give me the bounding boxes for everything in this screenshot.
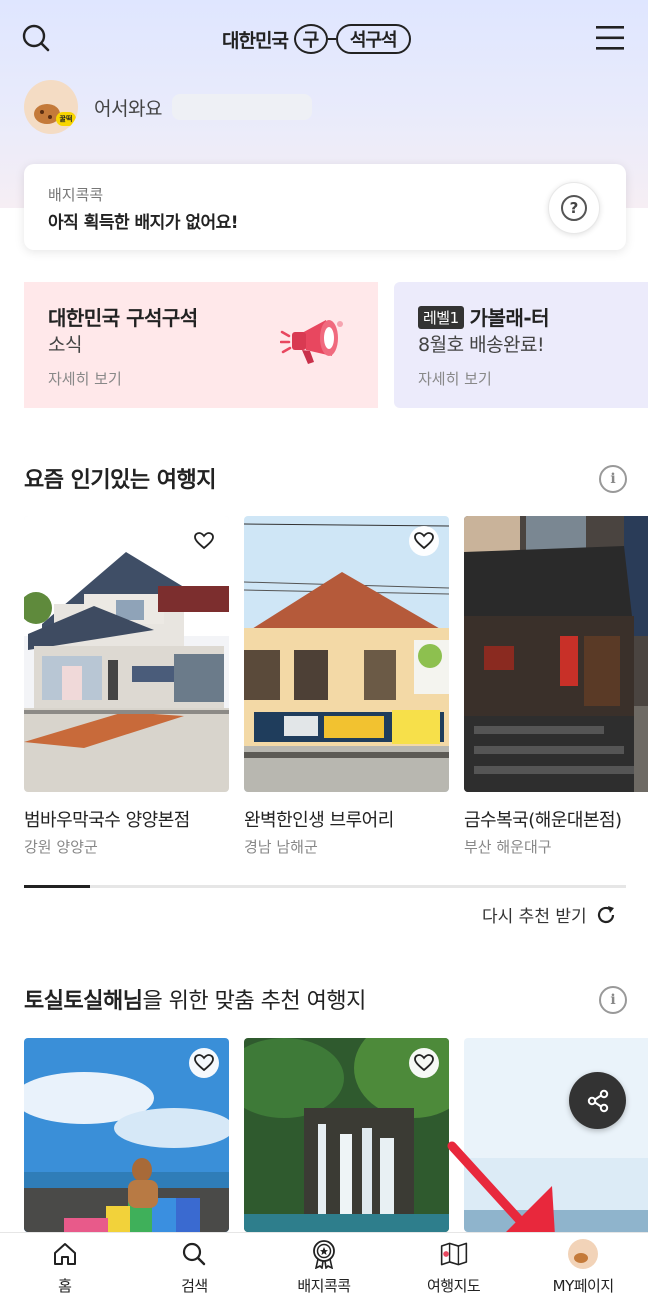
badge-card[interactable]: 배지콕콕 아직 획득한 배지가 없어요! ?: [24, 164, 626, 250]
nav-home[interactable]: 홈: [0, 1233, 130, 1304]
place-name: 완벽한인생 브루어리: [244, 810, 394, 831]
avatar-icon: [568, 1239, 599, 1269]
top-bar: 대한민국 구 석구석: [0, 0, 648, 78]
refresh-icon: [597, 905, 614, 923]
place-image: [24, 1038, 229, 1232]
search-button[interactable]: [14, 16, 58, 60]
logo-connector: [327, 38, 336, 40]
menu-button[interactable]: [588, 16, 632, 60]
avatar[interactable]: 꿀떡: [24, 80, 78, 134]
cookie-dot: [48, 115, 52, 119]
logo-text: 대한민국: [222, 29, 289, 52]
favorite-button[interactable]: [189, 1048, 219, 1078]
megaphone-icon: [280, 320, 343, 364]
banner-title: 레벨1 가볼래-터: [418, 302, 550, 331]
cookie-dot: [40, 110, 44, 114]
info-icon[interactable]: i: [599, 986, 627, 1014]
question-icon: ?: [561, 195, 587, 221]
recommend-section-title: 토실토실해님을 위한 맞춤 추천 여행지: [24, 983, 366, 1015]
favorite-button[interactable]: [409, 526, 439, 556]
redacted-username: [171, 94, 312, 120]
refresh-label: 다시 추천 받기: [482, 907, 587, 927]
help-button[interactable]: ?: [548, 182, 600, 234]
place-name: 범바우막국수 양양본점: [24, 810, 190, 831]
nav-label: 여행지도: [426, 1277, 481, 1295]
recommend-card[interactable]: [244, 1038, 449, 1232]
favorite-button[interactable]: [189, 526, 219, 556]
refresh-recommendation-button[interactable]: 다시 추천 받기: [482, 902, 617, 927]
news-banner[interactable]: 대한민국 구석구석 소식 자세히 보기: [24, 282, 378, 408]
heart-icon: [194, 532, 214, 550]
share-button[interactable]: [569, 1072, 626, 1129]
heart-icon: [414, 532, 434, 550]
place-name: 금수복국(해운대본점): [464, 810, 622, 831]
place-card[interactable]: 완벽한인생 브루어리 경남 남해군: [244, 516, 449, 856]
app-logo[interactable]: 대한민국 구 석구석: [222, 22, 411, 56]
place-image: [244, 516, 449, 792]
badge-card-message: 아직 획득한 배지가 없어요!: [48, 213, 239, 233]
nav-label: 검색: [181, 1277, 208, 1295]
place-region: 경남 남해군: [244, 838, 318, 856]
place-image: [244, 1038, 449, 1232]
recommend-card[interactable]: [464, 1038, 648, 1232]
search-icon: [183, 1242, 206, 1266]
logo-circle-char: 구: [293, 24, 328, 54]
brewery-photo: [244, 516, 449, 792]
nav-label: MY페이지: [552, 1277, 615, 1295]
hamburger-menu-icon: [596, 26, 624, 50]
badge-card-label: 배지콕콕: [48, 186, 104, 204]
avatar-badge: 꿀떡: [56, 112, 76, 126]
share-icon: [587, 1089, 608, 1112]
level-banner[interactable]: 레벨1 가볼래-터 8월호 배송완료! 자세히 보기: [394, 282, 648, 408]
nav-label: 홈: [58, 1277, 72, 1295]
popular-section-title: 요즘 인기있는 여행지: [24, 468, 216, 493]
map-icon: [440, 1242, 467, 1266]
banner-more-link[interactable]: 자세히 보기: [418, 368, 492, 389]
nav-label: 배지콕콕: [297, 1277, 351, 1295]
nav-mypage[interactable]: MY페이지: [518, 1233, 648, 1304]
recommend-card[interactable]: [24, 1038, 229, 1232]
place-image: [464, 1038, 648, 1232]
place-region: 강원 양양군: [24, 838, 98, 856]
welcome-row: 꿀떡 어서와요: [24, 80, 312, 134]
place-card[interactable]: 금수복국(해운대본점) 부산 해운대구: [464, 516, 648, 856]
welcome-greeting: 어서와요: [94, 97, 162, 120]
favorite-button[interactable]: [409, 1048, 439, 1078]
restaurant-photo: [464, 516, 648, 792]
level-tag: 레벨1: [418, 306, 464, 329]
heart-icon: [414, 1054, 434, 1072]
info-icon[interactable]: i: [599, 465, 627, 493]
banner-subtitle: 소식: [48, 334, 82, 356]
recommend-title-name: 토실토실해님: [24, 989, 143, 1014]
carousel-progress-fill: [24, 885, 91, 888]
sea-photo: [464, 1038, 648, 1232]
banner-title-text: 가볼래-터: [469, 306, 550, 330]
nav-badge[interactable]: 배지콕콕: [259, 1233, 389, 1304]
place-image: [464, 516, 648, 792]
place-image: [24, 516, 229, 792]
search-icon: [22, 24, 50, 52]
nav-map[interactable]: 여행지도: [389, 1233, 519, 1304]
logo-pill-text: 석구석: [335, 24, 411, 54]
heart-icon: [194, 1054, 214, 1072]
carousel-progress: [24, 885, 626, 888]
place-region: 부산 해운대구: [464, 838, 552, 856]
recommend-title-rest: 을 위한 맞춤 추천 여행지: [142, 989, 366, 1014]
banner-subtitle: 8월호 배송완료!: [418, 334, 545, 356]
home-icon: [53, 1243, 76, 1265]
house-photo: [24, 516, 229, 792]
banner-more-link[interactable]: 자세히 보기: [48, 368, 122, 389]
nav-search[interactable]: 검색: [130, 1233, 260, 1304]
place-card[interactable]: 범바우막국수 양양본점 강원 양양군: [24, 516, 229, 856]
badge-icon: [313, 1240, 335, 1269]
banner-title: 대한민국 구석구석: [48, 306, 198, 330]
bottom-nav: 홈 검색 배지콕콕 여행지도 MY페이지: [0, 1232, 648, 1304]
